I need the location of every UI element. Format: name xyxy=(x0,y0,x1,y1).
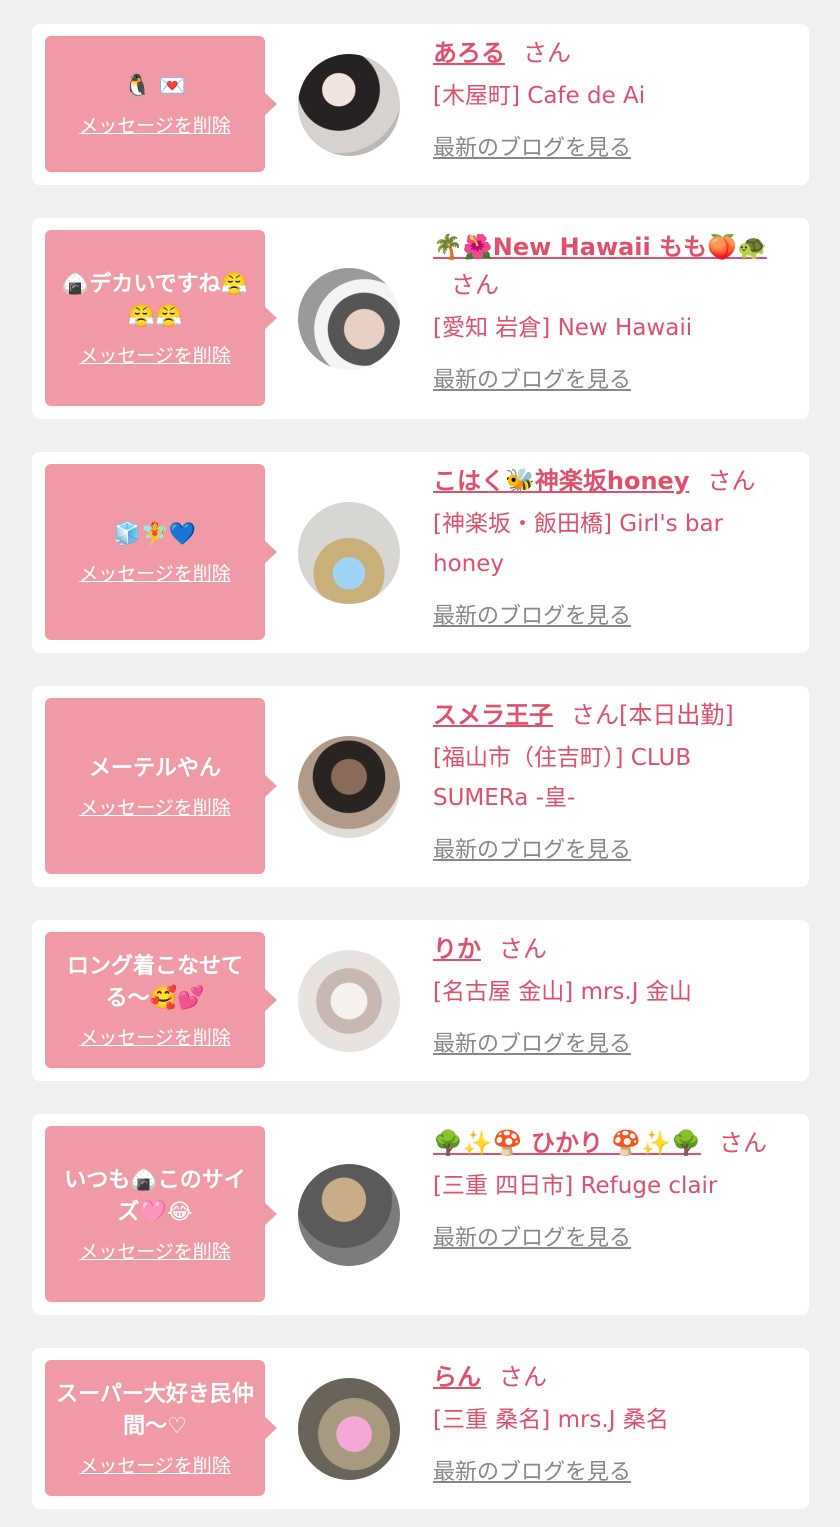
shop-name: [福山市（住吉町）] CLUB SUMERa -皇- xyxy=(433,745,692,811)
delete-message-link[interactable]: メッセージを削除 xyxy=(79,793,231,820)
honorific: さん xyxy=(499,1363,547,1391)
list-item: スーパー大好き民仲間〜♡ メッセージを削除 らん さん [三重 桑名] mrs.J… xyxy=(32,1348,809,1509)
shop-name: [神楽坂・飯田橋] Girl's bar honey xyxy=(433,511,724,577)
user-name-link[interactable]: りか xyxy=(433,935,481,963)
shop-name: [名古屋 金山] mrs.J 金山 xyxy=(433,979,692,1005)
avatar[interactable] xyxy=(298,268,400,370)
shop-name: [三重 四日市] Refuge clair xyxy=(433,1173,718,1199)
list-item: ロング着こなせてる〜🥰💕 メッセージを削除 りか さん [名古屋 金山] mrs.… xyxy=(32,920,809,1081)
user-name-link[interactable]: あろる xyxy=(433,39,505,67)
message-text: 🧊🧚💙 xyxy=(113,521,197,547)
delete-message-link[interactable]: メッセージを削除 xyxy=(79,1451,231,1478)
message-bubble: 🧊🧚💙 メッセージを削除 xyxy=(45,464,277,640)
user-info: こはく🐝神楽坂honey さん [神楽坂・飯田橋] Girl's bar hone… xyxy=(433,462,783,630)
user-info: らん さん [三重 桑名] mrs.J 桑名 最新のブログを見る xyxy=(433,1358,783,1486)
honorific: さん[本日出勤] xyxy=(571,701,734,729)
user-name-link[interactable]: 🌳✨🍄 ひかり 🍄✨🌳 xyxy=(433,1129,701,1157)
user-info: りか さん [名古屋 金山] mrs.J 金山 最新のブログを見る xyxy=(433,930,783,1058)
honorific: さん xyxy=(451,271,499,299)
avatar[interactable] xyxy=(298,950,400,1052)
message-bubble: 🐧 💌 メッセージを削除 xyxy=(45,36,277,172)
latest-blog-link[interactable]: 最新のブログを見る xyxy=(433,1454,631,1486)
honorific: さん xyxy=(707,467,756,495)
shop-name: [木屋町] Cafe de Ai xyxy=(433,83,646,109)
user-name-link[interactable]: スメラ王子 xyxy=(433,701,553,729)
message-list: 🐧 💌 メッセージを削除 あろる さん [木屋町] Cafe de Ai 最新のブ… xyxy=(0,0,840,1527)
honorific: さん xyxy=(719,1129,768,1157)
delete-message-link[interactable]: メッセージを削除 xyxy=(79,341,231,368)
latest-blog-link[interactable]: 最新のブログを見る xyxy=(433,832,631,864)
message-bubble: いつも🍙このサイズ🩷😂 メッセージを削除 xyxy=(45,1126,277,1302)
message-text: 🍙デカいですね😤😤😤 xyxy=(61,271,249,329)
honorific: さん xyxy=(499,935,547,963)
latest-blog-link[interactable]: 最新のブログを見る xyxy=(433,362,631,394)
list-item: いつも🍙このサイズ🩷😂 メッセージを削除 🌳✨🍄 ひかり 🍄✨🌳 さん [三重 四… xyxy=(32,1114,809,1315)
latest-blog-link[interactable]: 最新のブログを見る xyxy=(433,598,631,630)
shop-name: [愛知 岩倉] New Hawaii xyxy=(433,315,693,341)
user-info: 🌳✨🍄 ひかり 🍄✨🌳 さん [三重 四日市] Refuge clair 最新のブ… xyxy=(433,1124,783,1252)
shop-name: [三重 桑名] mrs.J 桑名 xyxy=(433,1407,669,1433)
message-text: スーパー大好き民仲間〜♡ xyxy=(56,1381,254,1439)
message-text: ロング着こなせてる〜🥰💕 xyxy=(66,953,243,1011)
avatar[interactable] xyxy=(298,54,400,156)
delete-message-link[interactable]: メッセージを削除 xyxy=(79,1237,231,1264)
user-name-link[interactable]: 🌴🌺New Hawaii もも🍑🐢 xyxy=(433,233,767,261)
list-item: 🐧 💌 メッセージを削除 あろる さん [木屋町] Cafe de Ai 最新のブ… xyxy=(32,24,809,185)
message-text: メーテルやん xyxy=(88,755,221,781)
user-info: スメラ王子 さん[本日出勤] [福山市（住吉町）] CLUB SUMERa -皇-… xyxy=(433,696,783,864)
latest-blog-link[interactable]: 最新のブログを見る xyxy=(433,1220,631,1252)
avatar[interactable] xyxy=(298,736,400,838)
message-text: いつも🍙このサイズ🩷😂 xyxy=(64,1167,246,1225)
avatar[interactable] xyxy=(298,502,400,604)
delete-message-link[interactable]: メッセージを削除 xyxy=(79,1023,231,1050)
message-bubble: ロング着こなせてる〜🥰💕 メッセージを削除 xyxy=(45,932,277,1068)
message-bubble: 🍙デカいですね😤😤😤 メッセージを削除 xyxy=(45,230,277,406)
delete-message-link[interactable]: メッセージを削除 xyxy=(79,559,231,586)
user-name-link[interactable]: こはく🐝神楽坂honey xyxy=(433,467,689,495)
avatar[interactable] xyxy=(298,1378,400,1480)
list-item: 🧊🧚💙 メッセージを削除 こはく🐝神楽坂honey さん [神楽坂・飯田橋] Gi… xyxy=(32,452,809,653)
list-item: メーテルやん メッセージを削除 スメラ王子 さん[本日出勤] [福山市（住吉町）]… xyxy=(32,686,809,887)
message-text: 🐧 💌 xyxy=(123,73,187,99)
latest-blog-link[interactable]: 最新のブログを見る xyxy=(433,1026,631,1058)
user-info: あろる さん [木屋町] Cafe de Ai 最新のブログを見る xyxy=(433,34,783,162)
user-info: 🌴🌺New Hawaii もも🍑🐢 さん [愛知 岩倉] New Hawaii 最… xyxy=(433,228,783,394)
honorific: さん xyxy=(523,39,571,67)
message-bubble: メーテルやん メッセージを削除 xyxy=(45,698,277,874)
delete-message-link[interactable]: メッセージを削除 xyxy=(79,111,231,138)
latest-blog-link[interactable]: 最新のブログを見る xyxy=(433,130,631,162)
message-bubble: スーパー大好き民仲間〜♡ メッセージを削除 xyxy=(45,1360,277,1496)
list-item: 🍙デカいですね😤😤😤 メッセージを削除 🌴🌺New Hawaii もも🍑🐢 さん … xyxy=(32,218,809,419)
user-name-link[interactable]: らん xyxy=(433,1363,481,1391)
avatar[interactable] xyxy=(298,1164,400,1266)
